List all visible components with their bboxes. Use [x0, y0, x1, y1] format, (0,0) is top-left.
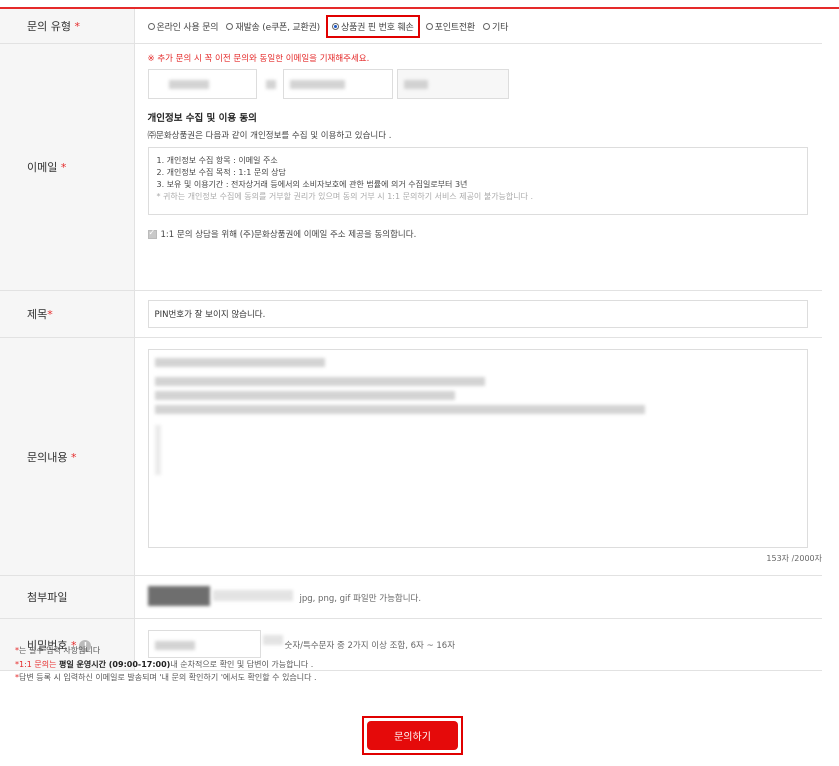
radio-online-usage[interactable]: 온라인 사용 문의	[147, 20, 219, 33]
content-textarea[interactable]	[147, 349, 808, 548]
label-subject: 제목*	[0, 290, 135, 338]
email-domain-select[interactable]	[396, 69, 509, 99]
row-attachment: 첨부파일 jpg, png, gif 파일만 가능합니다.	[0, 575, 822, 619]
row-content: 문의내용 * 153자 /2000자	[0, 337, 822, 576]
redacted-text	[154, 391, 455, 400]
row-email: 이메일 * ※ 추가 문의 시 꼭 이전 문의와 동일한 이메일을 기재해주세요…	[0, 43, 822, 291]
subject-input[interactable]: PIN번호가 잘 보이지 않습니다.	[147, 300, 808, 328]
redacted-text	[154, 358, 325, 367]
privacy-item: 1. 개인정보 수집 항목 : 이메일 주소	[156, 156, 278, 165]
attachment-hint: jpg, png, gif 파일만 가능합니다.	[299, 594, 422, 604]
privacy-title: 개인정보 수집 및 이용 동의	[147, 113, 257, 124]
redacted-text	[289, 80, 345, 89]
privacy-agree-checkbox[interactable]: 1:1 문의 상담을 위해 (주)문화상품권에 이메일 주소 제공을 동의합니다…	[147, 228, 416, 240]
radio-point-conversion[interactable]: 포인트전환	[425, 20, 475, 33]
label-content: 문의내용 *	[0, 337, 135, 576]
privacy-terms-box[interactable]: 1. 개인정보 수집 항목 : 이메일 주소 2. 개인정보 수집 목적 : 1…	[147, 147, 808, 215]
redacted-text	[403, 80, 428, 89]
radio-circle-icon[interactable]	[147, 22, 155, 30]
redacted-text	[154, 405, 645, 414]
label-email: 이메일 *	[0, 43, 135, 291]
submit-button[interactable]: 문의하기	[367, 721, 458, 750]
radio-circle-icon[interactable]	[483, 22, 491, 30]
row-inquiry-type: 문의 유형 * 온라인 사용 문의 재발송 (e쿠폰, 교환권) 상품권 핀 번…	[0, 9, 822, 44]
note-hours: *1:1 문의는 평일 운영시간 (09:00-17:00)내 순차적으로 확인…	[15, 659, 314, 669]
radio-circle-icon[interactable]	[226, 22, 234, 30]
inquiry-form: 문의 유형 * 온라인 사용 문의 재발송 (e쿠폰, 교환권) 상품권 핀 번…	[0, 9, 822, 671]
privacy-item: 3. 보유 및 이용기간 : 전자상거래 등에서의 소비자보호에 관한 법률에 …	[156, 180, 468, 189]
note-reply: *답변 등록 시 입력하신 이메일로 발송되며 '내 문의 확인하기 '에서도 …	[15, 673, 317, 682]
note-required: *는 필수 입력 사항입니다	[15, 646, 101, 655]
redacted-text	[154, 377, 485, 386]
radio-other[interactable]: 기타	[483, 20, 508, 33]
redacted-text	[168, 80, 209, 89]
inquiry-type-radio-group: 온라인 사용 문의 재발송 (e쿠폰, 교환권) 상품권 핀 번호 훼손 포인트…	[147, 9, 823, 43]
redacted-text	[212, 590, 293, 601]
radio-pin-damaged[interactable]: 상품권 핀 번호 훼손	[325, 14, 420, 38]
label-inquiry-type: 문의 유형 *	[0, 9, 135, 44]
email-notice: ※ 추가 문의 시 꼭 이전 문의와 동일한 이메일을 기재해주세요.	[147, 54, 370, 64]
at-sign-redacted	[265, 80, 276, 89]
label-attachment: 첨부파일	[0, 575, 135, 619]
radio-circle-icon[interactable]	[425, 22, 433, 30]
redacted-text	[154, 425, 161, 475]
privacy-note: * 귀하는 개인정보 수집에 동의를 거부할 권리가 있으며 동의 거부 시 1…	[156, 192, 534, 201]
form-notes: *는 필수 입력 사항입니다 *1:1 문의는 평일 운영시간 (09:00-1…	[15, 644, 317, 685]
checkbox-checked-icon[interactable]	[147, 228, 157, 239]
file-select-button[interactable]	[147, 586, 210, 606]
char-counter: 153자 /2000자	[766, 554, 822, 563]
submit-highlight: 문의하기	[362, 716, 463, 755]
row-subject: 제목* PIN번호가 잘 보이지 않습니다.	[0, 290, 822, 338]
radio-resend[interactable]: 재발송 (e쿠폰, 교환권)	[226, 20, 320, 33]
radio-circle-selected-icon[interactable]	[331, 22, 339, 30]
privacy-description: ㈜문화상품권은 다음과 같이 개인정보를 수집 및 이용하고 있습니다 .	[147, 131, 392, 141]
privacy-item: 2. 개인정보 수집 목적 : 1:1 문의 상담	[156, 168, 286, 177]
email-local-input[interactable]	[147, 69, 257, 99]
email-domain-input[interactable]	[282, 69, 393, 99]
